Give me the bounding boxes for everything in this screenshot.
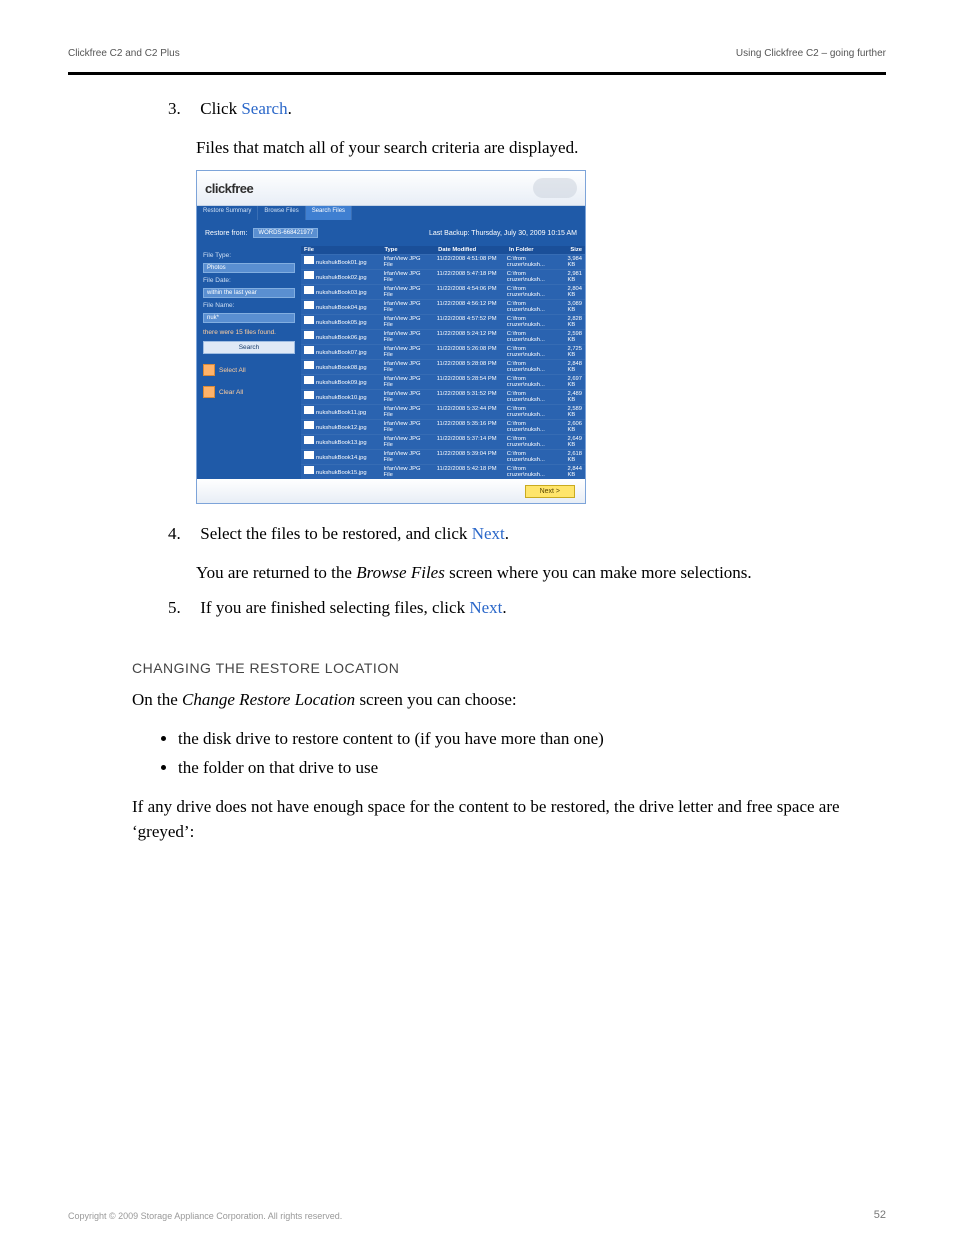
bullet-folder: the folder on that drive to use — [178, 754, 886, 781]
copyright: Copyright © 2009 Storage Appliance Corpo… — [68, 1211, 342, 1221]
browse-files-screen: Browse Files — [356, 563, 445, 582]
app-titlebar: clickfree — [197, 171, 585, 206]
body-text: On the Change Restore Location screen yo… — [132, 688, 886, 713]
step4-result: You are returned to the Browse Files scr… — [196, 561, 886, 586]
app-tabs: Restore Summary Browse Files Search File… — [197, 206, 585, 220]
last-backup-label: Last Backup: Thursday, July 30, 2009 10:… — [429, 230, 577, 237]
clear-all[interactable]: Clear All — [203, 386, 295, 398]
table-row[interactable]: nukshukBook13.jpgIrfanView JPG File11/22… — [301, 434, 585, 449]
cloud-graphic — [533, 178, 577, 198]
step-list: 3. Click Search. — [168, 97, 886, 122]
table-row[interactable]: nukshukBook10.jpgIrfanView JPG File11/22… — [301, 389, 585, 404]
step-3: 3. Click Search. — [168, 97, 886, 122]
bullet-drive: the disk drive to restore content to (if… — [178, 725, 886, 752]
tab-search-files[interactable]: Search Files — [306, 206, 352, 220]
subsection-heading: CHANGING THE RESTORE LOCATION — [132, 660, 886, 676]
table-header: File Type Date Modified In Folder Size — [301, 246, 585, 254]
table-row[interactable]: nukshukBook05.jpgIrfanView JPG File11/22… — [301, 314, 585, 329]
search-button[interactable]: Search — [203, 341, 295, 354]
table-row[interactable]: nukshukBook06.jpgIrfanView JPG File11/22… — [301, 329, 585, 344]
result-count: there were 15 files found. — [203, 329, 295, 337]
app-toolbar: Restore from: WORDS-668421977 Last Backu… — [197, 220, 585, 246]
col-folder[interactable]: In Folder — [506, 246, 567, 254]
select-all-icon — [203, 364, 215, 376]
col-date[interactable]: Date Modified — [435, 246, 506, 254]
step-number: 3. — [168, 97, 196, 122]
table-row[interactable]: nukshukBook11.jpgIrfanView JPG File11/22… — [301, 404, 585, 419]
search-link: Search — [241, 99, 287, 118]
col-file[interactable]: File — [301, 246, 381, 254]
change-restore-screen: Change Restore Location — [182, 690, 355, 709]
clear-all-icon — [203, 386, 215, 398]
page-number: 52 — [874, 1209, 886, 1221]
file-type-label: File Type: — [203, 252, 295, 259]
tab-browse-files[interactable]: Browse Files — [258, 206, 305, 220]
table-row[interactable]: nukshukBook01.jpgIrfanView JPG File11/22… — [301, 254, 585, 269]
step-4: 4. Select the files to be restored, and … — [168, 522, 886, 547]
table-row[interactable]: nukshukBook09.jpgIrfanView JPG File11/22… — [301, 374, 585, 389]
file-date-select[interactable]: within the last year — [203, 288, 295, 298]
table-row[interactable]: nukshukBook02.jpgIrfanView JPG File11/22… — [301, 269, 585, 284]
restore-from-select[interactable]: WORDS-668421977 — [253, 228, 318, 238]
app-screenshot: clickfree Restore Summary Browse Files S… — [196, 170, 586, 504]
tab-restore-summary[interactable]: Restore Summary — [197, 206, 258, 220]
page: Clickfree C2 and C2 Plus Using Clickfree… — [0, 0, 954, 1235]
results-table: File Type Date Modified In Folder Size n… — [301, 246, 585, 479]
step-list-3: 5. If you are finished selecting files, … — [168, 596, 886, 621]
choose-intro: On the Change Restore Location screen yo… — [132, 688, 886, 713]
step-text: If you are finished selecting files, cli… — [200, 598, 469, 617]
step-text: Select the files to be restored, and cli… — [200, 524, 471, 543]
step-number: 5. — [168, 596, 196, 621]
next-link-2: Next — [469, 598, 502, 617]
step-text: Click — [200, 99, 241, 118]
app-body: File Type: Photos File Date: within the … — [197, 246, 585, 479]
choose-bullets: the disk drive to restore content to (if… — [178, 725, 886, 781]
search-sidebar: File Type: Photos File Date: within the … — [197, 246, 301, 479]
file-name-label: File Name: — [203, 302, 295, 309]
step-list-2: 4. Select the files to be restored, and … — [168, 522, 886, 547]
table-row[interactable]: nukshukBook14.jpgIrfanView JPG File11/22… — [301, 449, 585, 464]
col-type[interactable]: Type — [381, 246, 435, 254]
table-row[interactable]: nukshukBook07.jpgIrfanView JPG File11/22… — [301, 344, 585, 359]
next-button[interactable]: Next > — [525, 485, 575, 498]
next-link: Next — [472, 524, 505, 543]
table-row[interactable]: nukshukBook04.jpgIrfanView JPG File11/22… — [301, 299, 585, 314]
header-rule: Clickfree C2 and C2 Plus Using Clickfree… — [68, 46, 886, 75]
step-number: 4. — [168, 522, 196, 547]
app-logo: clickfree — [205, 181, 253, 196]
select-all[interactable]: Select All — [203, 364, 295, 376]
file-name-input[interactable]: nuk* — [203, 313, 295, 323]
file-date-label: File Date: — [203, 277, 295, 284]
col-size[interactable]: Size — [567, 246, 585, 254]
step-5: 5. If you are finished selecting files, … — [168, 596, 886, 621]
table-row[interactable]: nukshukBook12.jpgIrfanView JPG File11/22… — [301, 419, 585, 434]
table-row[interactable]: nukshukBook08.jpgIrfanView JPG File11/22… — [301, 359, 585, 374]
greyed-note: If any drive does not have enough space … — [132, 795, 886, 844]
restore-from-label: Restore from: — [205, 230, 247, 237]
doc-section: Using Clickfree C2 – going further — [736, 48, 886, 59]
file-type-select[interactable]: Photos — [203, 263, 295, 273]
step3-result: Files that match all of your search crit… — [196, 136, 886, 161]
app-footer: Next > — [197, 479, 585, 503]
table-row[interactable]: nukshukBook03.jpgIrfanView JPG File11/22… — [301, 284, 585, 299]
doc-title: Clickfree C2 and C2 Plus — [68, 48, 180, 59]
table-row[interactable]: nukshukBook15.jpgIrfanView JPG File11/22… — [301, 464, 585, 479]
